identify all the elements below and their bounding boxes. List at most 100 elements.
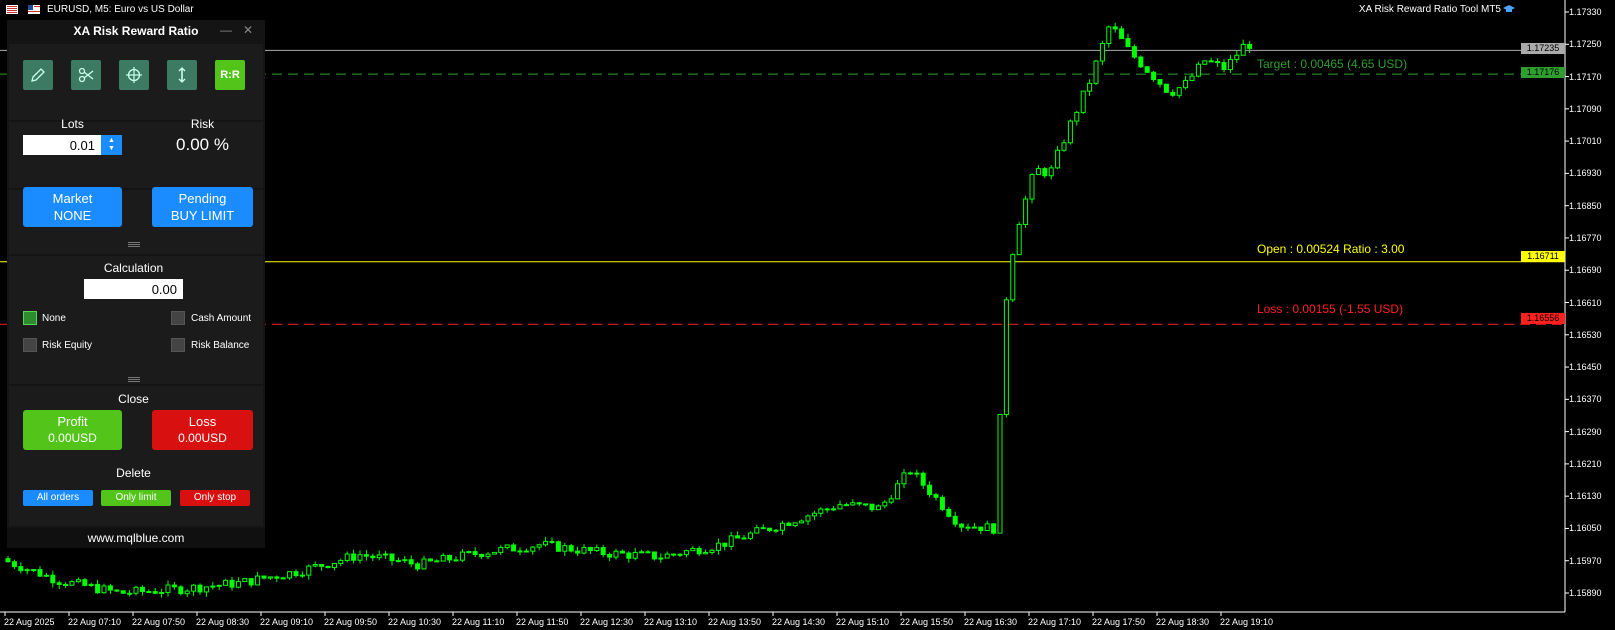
candle-body [255, 575, 261, 586]
candle-body [312, 564, 318, 567]
loss-value: 0.00USD [178, 431, 227, 445]
time-tick-label: 22 Aug 08:30 [196, 617, 250, 627]
candle-body [843, 504, 849, 507]
scissors-button[interactable] [71, 60, 101, 90]
candle-body [907, 472, 913, 475]
pending-value: BUY LIMIT [170, 208, 235, 223]
pencil-icon [31, 68, 45, 82]
chevron-down-icon[interactable]: ▼ [101, 145, 122, 153]
loss-line-label: Loss : 0.00155 (-1.55 USD) [1257, 302, 1404, 316]
candle-body [523, 550, 529, 553]
lots-input[interactable] [23, 135, 99, 155]
candle-body [555, 541, 561, 552]
candle-body [69, 581, 75, 586]
candle-body [683, 550, 689, 556]
candle-body [120, 590, 126, 594]
candle-body [1240, 43, 1246, 56]
candle-body [1170, 91, 1176, 96]
candle-body [895, 483, 901, 500]
section-handle[interactable] [128, 377, 140, 383]
loss-price-tag: 1.16556 [1521, 313, 1565, 324]
minimize-button[interactable]: — [220, 23, 232, 37]
time-tick-label: 22 Aug 12:30 [580, 617, 634, 627]
delete-only-limit-button[interactable]: Only limit [101, 490, 171, 506]
candle-body [875, 505, 881, 511]
candle-body [293, 571, 299, 577]
delete-only-stop-button[interactable]: Only stop [180, 490, 250, 506]
candle-body [901, 472, 907, 485]
candle-body [63, 583, 69, 586]
footer-link[interactable]: www.mqlblue.com [7, 528, 265, 548]
candle-body [824, 508, 830, 511]
close-icon[interactable]: ✕ [243, 23, 253, 37]
close-label: Close [118, 392, 149, 406]
candle-body [197, 584, 203, 593]
candle-body [1093, 60, 1099, 84]
candle-body [498, 546, 504, 553]
price-tick-label: 1.16290 [1569, 426, 1602, 437]
candle-body [1208, 60, 1214, 63]
candle-body [594, 547, 600, 552]
candle-body [587, 547, 593, 552]
crosshair-button[interactable] [119, 60, 149, 90]
chevron-up-icon[interactable]: ▲ [101, 137, 122, 145]
candle-body [632, 551, 638, 559]
candle-body [856, 502, 862, 505]
candle-body [447, 554, 453, 561]
candle-body [728, 535, 734, 547]
candle-body [267, 576, 273, 579]
candle-body [927, 484, 933, 496]
calculation-label: Calculation [103, 261, 164, 275]
candle-body [421, 558, 427, 570]
cash-amount-checkbox[interactable] [171, 311, 185, 325]
candle-body [939, 496, 945, 510]
risk-balance-checkbox[interactable] [171, 338, 185, 352]
risk-equity-checkbox[interactable] [23, 338, 37, 352]
time-tick-label: 22 Aug 14:30 [772, 617, 826, 627]
pencil-button[interactable] [23, 60, 53, 90]
close-loss-button[interactable]: Loss 0.00USD [152, 410, 253, 450]
market-label: Market [52, 191, 93, 206]
candle-body [671, 553, 677, 556]
candle-body [101, 585, 107, 594]
candle-body [517, 550, 523, 553]
none-checkbox[interactable] [23, 311, 37, 325]
candle-body [1215, 61, 1221, 64]
pending-button[interactable]: Pending BUY LIMIT [152, 187, 253, 227]
candle-body [581, 547, 587, 554]
vertical-arrow-icon [178, 67, 186, 83]
candle-body [210, 585, 216, 588]
candle-body [1151, 71, 1157, 81]
candle-body [920, 472, 926, 486]
candle-body [997, 413, 1003, 534]
calculation-input[interactable] [84, 279, 183, 299]
price-tick-label: 1.16610 [1569, 297, 1602, 308]
candle-body [658, 557, 664, 560]
candle-body [191, 584, 197, 592]
candle-body [619, 550, 625, 554]
candle-body [933, 494, 939, 498]
candle-body [459, 551, 465, 561]
candle-body [952, 515, 958, 525]
rr-button[interactable]: R:R [215, 60, 245, 90]
loss-label: Loss [188, 414, 217, 429]
candle-body [767, 527, 773, 531]
time-tick-label: 22 Aug 2025 [4, 617, 55, 627]
candle-body [11, 561, 17, 568]
candle-body [978, 526, 984, 532]
delete-all-orders-button[interactable]: All orders [23, 490, 93, 506]
close-profit-button[interactable]: Profit 0.00USD [23, 410, 122, 450]
candle-body [805, 515, 811, 522]
lots-stepper-arrows[interactable]: ▲ ▼ [101, 135, 122, 155]
risk-equity-label: Risk Equity [42, 340, 93, 351]
candle-body [235, 580, 241, 588]
price-tick-label: 1.17090 [1569, 103, 1602, 114]
lots-stepper[interactable]: ▲▼ [23, 135, 122, 155]
candle-body [1023, 198, 1029, 225]
market-button[interactable]: Market NONE [23, 187, 122, 227]
candle-body [363, 554, 369, 557]
candle-body [549, 540, 555, 543]
candle-body [171, 584, 177, 588]
vertical-arrow-button[interactable] [167, 60, 197, 90]
section-handle[interactable] [128, 242, 140, 248]
